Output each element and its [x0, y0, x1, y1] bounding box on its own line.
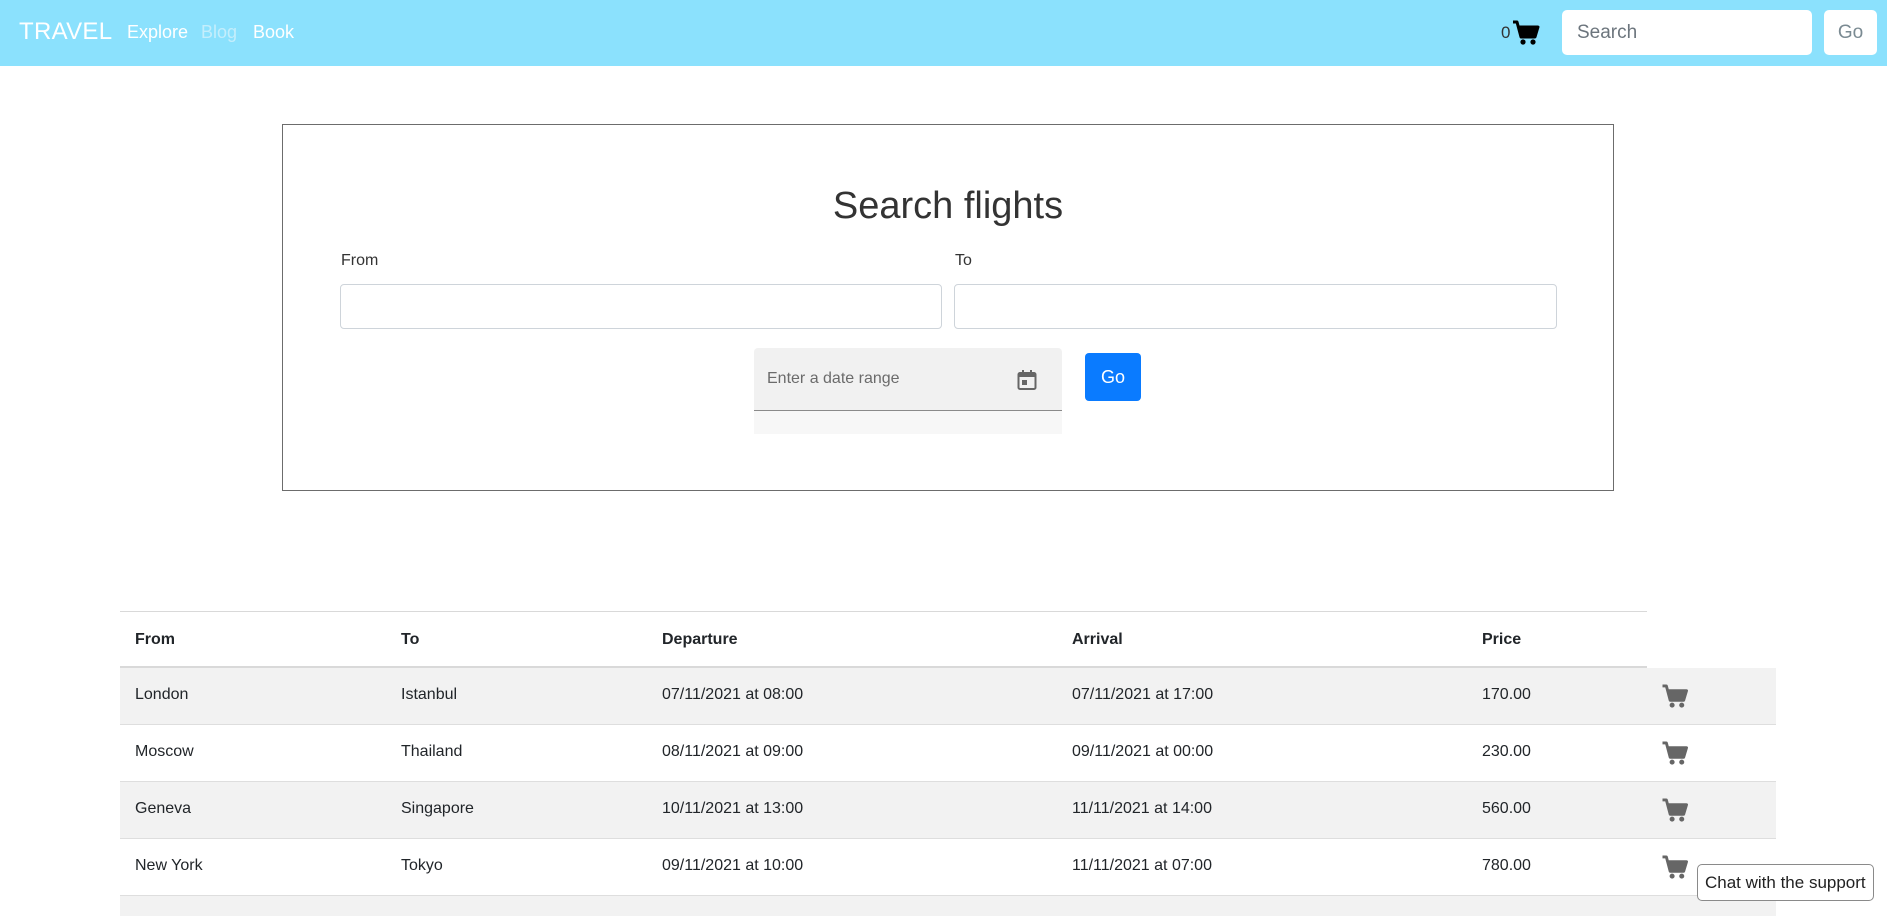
nav-link-book[interactable]: Book	[253, 22, 294, 43]
add-to-cart-icon[interactable]	[1661, 741, 1689, 766]
cell-departure: 09/11/2021 at 10:00	[662, 857, 804, 874]
date-range-field[interactable]: Enter a date range	[754, 348, 1062, 411]
calendar-icon[interactable]	[1016, 369, 1038, 391]
date-range-hint-area	[754, 411, 1062, 434]
flights-table: From To Departure Arrival Price London I…	[120, 611, 1776, 916]
table-row: New York Tokyo 09/11/2021 at 10:00 11/11…	[120, 839, 1776, 896]
cell-arrival: 11/11/2021 at 14:00	[1072, 800, 1212, 817]
cell-to: Singapore	[401, 800, 474, 817]
table-row: London Istanbul 07/11/2021 at 08:00 07/1…	[120, 668, 1776, 725]
nav-link-blog[interactable]: Blog	[201, 22, 237, 43]
cell-arrival: 07/11/2021 at 17:00	[1072, 686, 1214, 703]
to-input[interactable]	[954, 284, 1557, 329]
table-row: Moscow Thailand 08/11/2021 at 09:00 09/1…	[120, 725, 1776, 782]
cell-from: New York	[135, 857, 203, 874]
cell-to: Tokyo	[401, 857, 443, 874]
top-navbar: TRAVEL Explore Blog Book 0 Go	[0, 0, 1887, 66]
add-to-cart-icon[interactable]	[1661, 684, 1689, 709]
date-range-placeholder: Enter a date range	[767, 370, 900, 387]
cell-from: Moscow	[135, 743, 194, 760]
cell-to: Istanbul	[401, 686, 458, 703]
column-header-departure: Departure	[662, 631, 738, 648]
nav-search-input[interactable]	[1562, 10, 1812, 55]
cell-departure: 10/11/2021 at 13:00	[662, 800, 804, 817]
table-row: Geneva Singapore 10/11/2021 at 13:00 11/…	[120, 782, 1776, 839]
cell-arrival: 11/11/2021 at 07:00	[1072, 857, 1212, 874]
cart-icon[interactable]	[1512, 20, 1540, 46]
search-go-button[interactable]: Go	[1085, 353, 1141, 401]
column-header-from: From	[135, 631, 175, 648]
from-label: From	[341, 252, 379, 269]
cell-price: 230.00	[1482, 743, 1531, 760]
cell-arrival: 09/11/2021 at 00:00	[1072, 743, 1214, 760]
column-header-arrival: Arrival	[1072, 631, 1123, 648]
cell-price: 170.00	[1482, 686, 1531, 703]
add-to-cart-icon[interactable]	[1661, 855, 1689, 880]
column-header-price: Price	[1482, 631, 1522, 648]
add-to-cart-icon[interactable]	[1661, 798, 1689, 823]
date-range-picker[interactable]: Enter a date range	[754, 348, 1062, 434]
cart-count-badge: 0	[1501, 23, 1511, 42]
from-input[interactable]	[340, 284, 942, 329]
cell-to: Thailand	[401, 743, 463, 760]
nav-search-go-button[interactable]: Go	[1824, 10, 1877, 55]
brand-logo[interactable]: TRAVEL	[19, 18, 112, 46]
to-label: To	[955, 252, 972, 269]
cell-departure: 07/11/2021 at 08:00	[662, 686, 804, 703]
cell-from: Geneva	[135, 800, 192, 817]
cell-price: 780.00	[1482, 857, 1531, 874]
search-title: Search flights	[832, 185, 1064, 227]
cell-departure: 08/11/2021 at 09:00	[662, 743, 804, 760]
chat-support-button[interactable]: Chat with the support	[1697, 864, 1874, 901]
cell-price: 560.00	[1482, 800, 1531, 817]
nav-link-explore[interactable]: Explore	[127, 22, 188, 43]
search-flights-card: Search flights From To Enter a date rang…	[282, 124, 1614, 491]
column-header-to: To	[401, 631, 420, 648]
table-row-partial	[120, 896, 1776, 916]
table-header: From To Departure Arrival Price	[120, 611, 1647, 668]
cell-from: London	[135, 686, 189, 703]
